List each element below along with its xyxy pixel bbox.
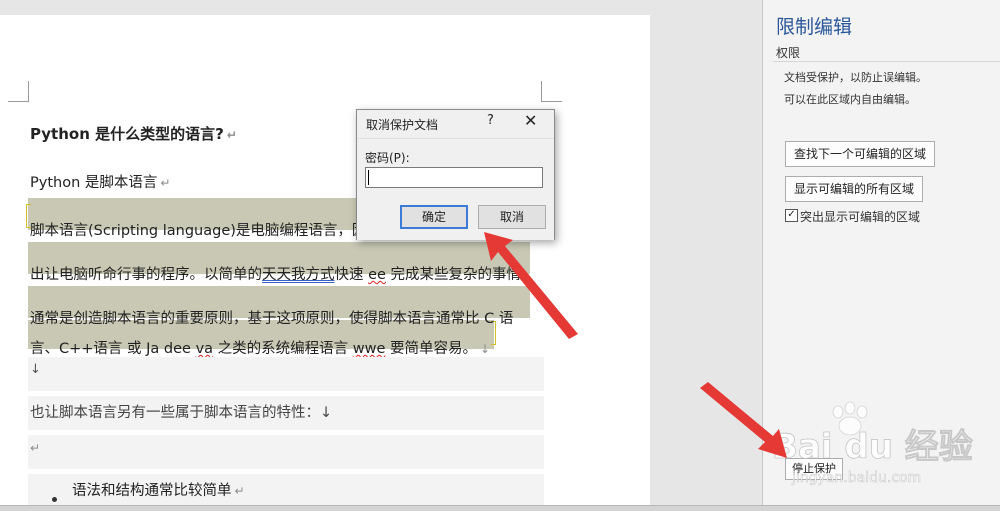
watermark-brand: Bai du 经验 bbox=[772, 427, 973, 467]
line-break-mark: ↓ bbox=[480, 342, 491, 356]
line-text: 快速 bbox=[334, 267, 369, 283]
paragraph-title: Python 是脚本语言 ↵ bbox=[30, 171, 170, 192]
feature-line-text: 也让脚本语言另有一些属于脚本语言的特性：↓ bbox=[30, 405, 333, 421]
close-icon[interactable]: ✕ bbox=[524, 111, 537, 130]
paragraph-title-text: Python 是脚本语言 bbox=[30, 175, 158, 191]
line-text: 脚本语言(Scripting language)是电脑编程语言，因 bbox=[30, 223, 367, 239]
line-text: 出让电脑听命行事的程序。以简单的 bbox=[30, 267, 262, 283]
paragraph-line: 言、C++语言 或 Ja dee va 之类的系统编程语言 wwe 要简单容易。… bbox=[30, 337, 490, 358]
line-text: 言、C++语言 或 Ja dee bbox=[30, 341, 196, 357]
bullet-text: 语法和结构通常比较简单 bbox=[72, 483, 232, 499]
cancel-button[interactable]: 取消 bbox=[478, 205, 546, 229]
heading-text: Python 是什么类型的语言? bbox=[30, 125, 224, 143]
paragraph-mark: ↵ bbox=[160, 176, 171, 190]
watermark-url: jingyan.baidu.com bbox=[791, 470, 921, 486]
page-corner-mark bbox=[541, 81, 562, 102]
section-divider bbox=[773, 61, 1000, 62]
status-bar bbox=[0, 505, 1000, 511]
page-corner-mark bbox=[8, 81, 29, 102]
show-all-editable-regions-button[interactable]: 显示可编辑的所有区域 bbox=[785, 176, 924, 202]
marked-word: 天天我方式 bbox=[262, 267, 335, 283]
highlight-regions-label: 突出显示可编辑的区域 bbox=[800, 210, 921, 224]
feature-line: 也让脚本语言另有一些属于脚本语言的特性：↓ bbox=[30, 401, 332, 422]
marked-word: ee bbox=[368, 267, 386, 283]
check-icon: ✓ bbox=[787, 209, 796, 220]
help-button[interactable]: ? bbox=[487, 113, 494, 128]
highlight-regions-checkbox[interactable]: ✓ bbox=[785, 209, 798, 222]
paragraph-line: 出让电脑听命行事的程序。以简单的天天我方式快速 ee 完成某些复杂的事情 bbox=[30, 263, 521, 284]
document-page[interactable]: Python 是什么类型的语言? ↵ Python 是脚本语言 ↵ 脚本语言(Scr… bbox=[0, 15, 650, 505]
bullet-icon bbox=[52, 497, 57, 502]
empty-line-row bbox=[28, 357, 544, 391]
document-heading: Python 是什么类型的语言? ↵ bbox=[30, 123, 237, 144]
line-text: 之类的系统编程语言 bbox=[213, 341, 353, 357]
password-field[interactable] bbox=[365, 167, 543, 188]
marked-word: va bbox=[195, 341, 214, 357]
blank-paragraph: ↵ bbox=[30, 440, 40, 456]
document-canvas: Python 是什么类型的语言? ↵ Python 是脚本语言 ↵ 脚本语言(Scr… bbox=[0, 0, 762, 505]
paragraph-line: 通常是创造脚本语言的重要原则，基于这项原则，使得脚本语言通常比 C 语 bbox=[30, 307, 513, 328]
text-caret bbox=[368, 170, 369, 185]
paragraph-mark: ↵ bbox=[30, 441, 41, 455]
paragraph-line: 脚本语言(Scripting language)是电脑编程语言，因 bbox=[30, 219, 366, 240]
dialog-title: 取消保护文档 bbox=[366, 118, 439, 132]
unprotect-document-dialog: 取消保护文档 ? ✕ 密码(P): 确定 取消 bbox=[356, 109, 555, 240]
marked-word: wwe bbox=[352, 341, 386, 357]
line-break-mark: ↓ bbox=[30, 362, 41, 377]
paragraph-mark: ↵ bbox=[226, 128, 237, 142]
baidu-jingyan-watermark: Bai du 经验 jingyan.baidu.com bbox=[772, 401, 973, 486]
find-next-editable-region-button[interactable]: 查找下一个可编辑的区域 bbox=[785, 141, 936, 167]
ok-button[interactable]: 确定 bbox=[400, 205, 468, 229]
paragraph-mark: ↵ bbox=[234, 484, 245, 498]
pane-title: 限制编辑 bbox=[776, 16, 853, 38]
empty-line: ↓ bbox=[30, 362, 41, 377]
password-label: 密码(P): bbox=[365, 151, 410, 165]
line-text: 通常是创造脚本语言的重要原则，基于这项原则，使得脚本语言通常比 C 语 bbox=[30, 311, 514, 327]
line-text: 完成某些复杂的事情 bbox=[385, 267, 522, 283]
permissions-section-label: 权限 bbox=[776, 46, 801, 60]
line-text: 要简单容易。 bbox=[385, 341, 478, 357]
bullet-item: 语法和结构通常比较简单 ↵ bbox=[72, 479, 245, 500]
blank-paragraph-row bbox=[28, 435, 544, 469]
protection-info-line: 文档受保护，以防止误编辑。 bbox=[784, 71, 927, 84]
dialog-body: 密码(P): 确定 取消 bbox=[357, 138, 554, 240]
protection-info-line: 可以在此区域内自由编辑。 bbox=[784, 93, 916, 106]
